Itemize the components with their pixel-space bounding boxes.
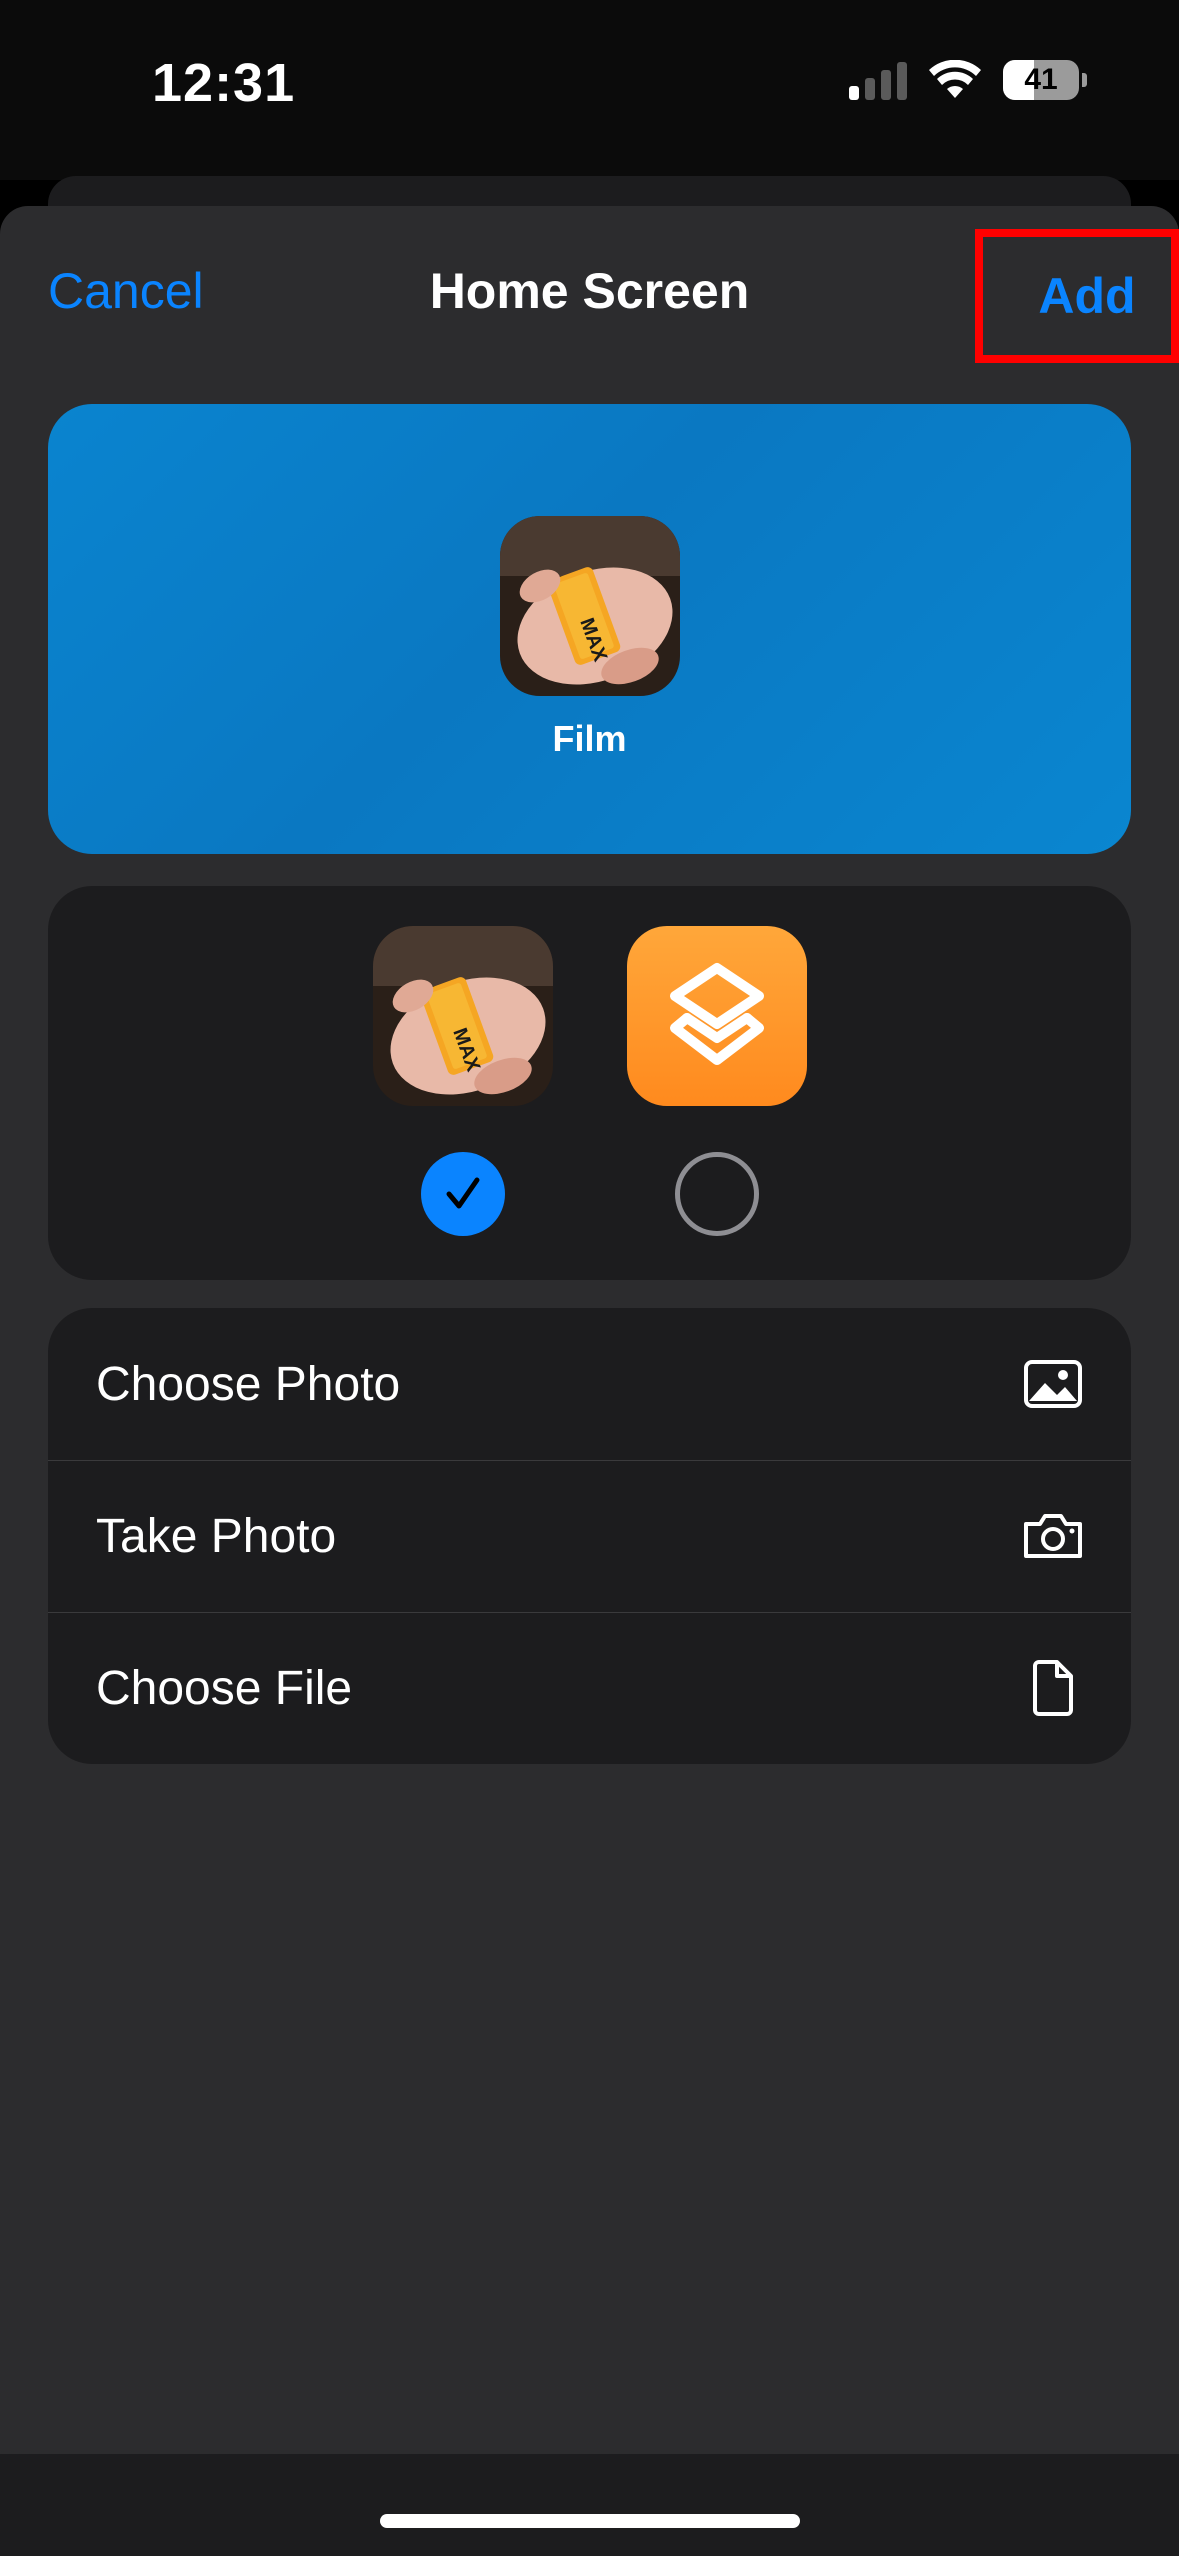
checkmark-icon <box>446 1177 480 1209</box>
shortcuts-option-radio[interactable] <box>675 1152 759 1236</box>
icon-chooser: MAX <box>48 886 1131 1280</box>
shortcuts-icon-option[interactable] <box>627 926 807 1106</box>
wifi-icon <box>929 60 981 98</box>
photo-icon <box>1021 1352 1085 1416</box>
choose-photo-label: Choose Photo <box>96 1357 401 1411</box>
status-icons: 41 <box>849 60 1087 100</box>
home-indicator[interactable] <box>380 2514 800 2528</box>
shortcuts-layers-icon <box>670 963 764 1065</box>
icon-source-list: Choose Photo Take Photo Choose File <box>48 1308 1131 1764</box>
document-icon <box>1021 1656 1085 1720</box>
bottom-bar <box>0 2454 1179 2556</box>
camera-icon <box>1021 1504 1085 1568</box>
photo-option-radio[interactable] <box>421 1152 505 1236</box>
navigation-bar: Cancel Home Screen Add <box>0 206 1179 376</box>
home-screen-sheet: Cancel Home Screen Add MAX Film MAX Choo… <box>0 206 1179 2556</box>
photo-icon-option[interactable]: MAX <box>373 926 553 1106</box>
home-screen-preview: MAX Film <box>48 404 1131 854</box>
status-bar: 12:31 41 <box>0 0 1179 180</box>
preview-app-icon: MAX <box>500 516 680 696</box>
battery-icon: 41 <box>1003 60 1087 100</box>
choose-photo-row[interactable]: Choose Photo <box>48 1308 1131 1460</box>
take-photo-label: Take Photo <box>96 1509 337 1563</box>
add-button[interactable]: Add <box>975 229 1179 363</box>
choose-file-row[interactable]: Choose File <box>48 1612 1131 1764</box>
preview-app-name: Film <box>552 718 627 759</box>
cellular-signal-icon <box>849 60 907 100</box>
choose-file-label: Choose File <box>96 1661 353 1715</box>
take-photo-row[interactable]: Take Photo <box>48 1460 1131 1612</box>
status-time: 12:31 <box>152 53 296 113</box>
battery-percent: 41 <box>1024 63 1058 96</box>
